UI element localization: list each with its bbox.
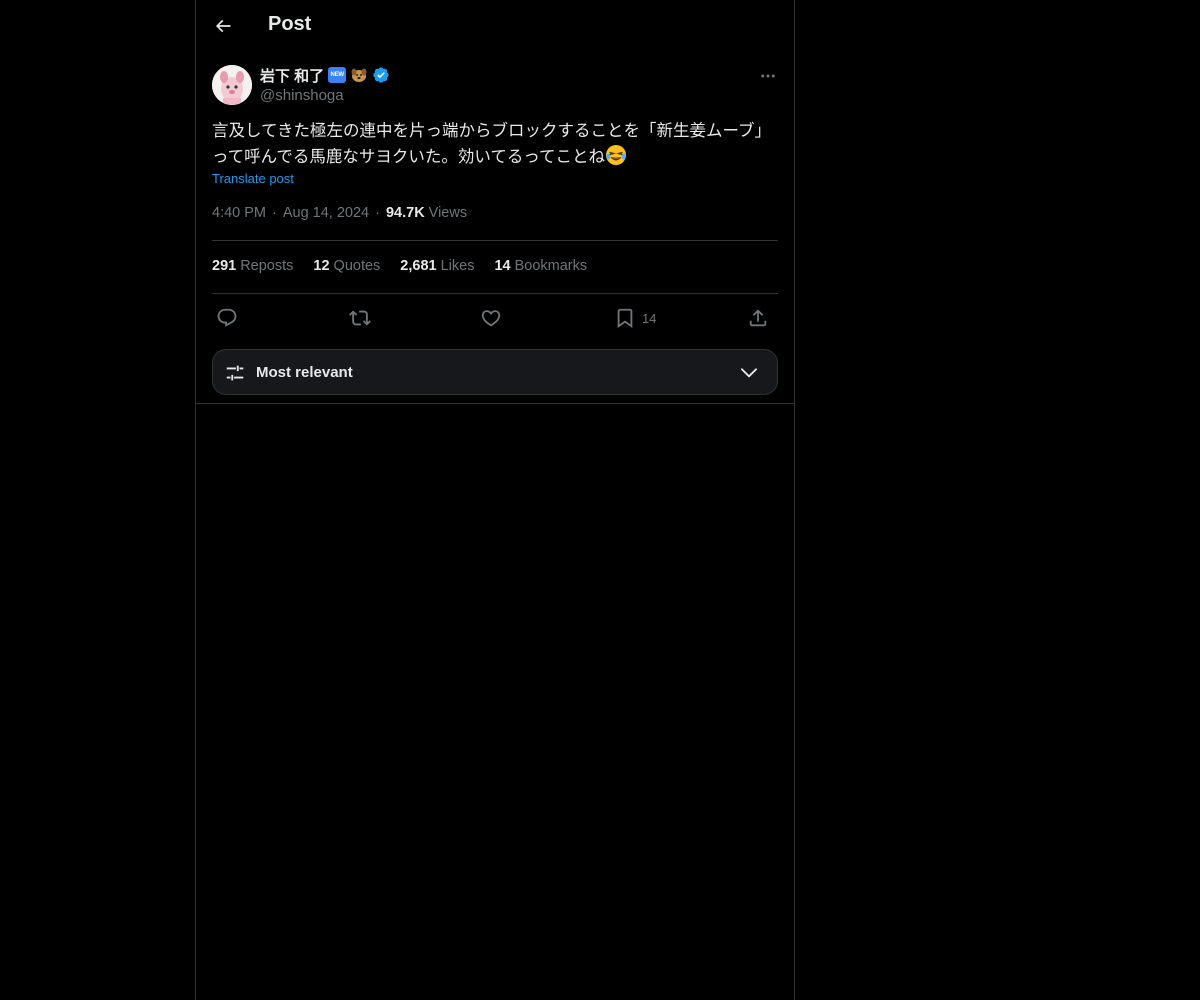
more-horizontal-icon <box>761 74 775 78</box>
post-stats: 291 Reposts 12 Quotes 2,681 Likes 14 Bookmar… <box>212 258 587 274</box>
display-name[interactable]: 岩下 和了 <box>260 65 324 86</box>
views-count: 94.7K <box>385 205 425 221</box>
repost-icon <box>349 310 371 326</box>
post-time[interactable]: 4:40 PM <box>212 205 266 221</box>
stat-label: Bookmarks <box>514 258 588 274</box>
author-handle[interactable]: @shinshoga <box>260 87 390 104</box>
stat-count: 2,681 <box>400 258 437 274</box>
bookmark-button[interactable]: 14 <box>614 304 656 332</box>
avatar[interactable] <box>212 65 252 105</box>
divider <box>196 403 794 404</box>
sort-label: Most relevant <box>256 364 353 381</box>
like-button[interactable] <box>480 304 502 332</box>
repost-button[interactable] <box>349 304 371 332</box>
page-title: Post <box>268 13 312 35</box>
divider <box>212 293 778 294</box>
stat-label: Likes <box>440 258 475 274</box>
main-column: Post 岩下 和了 NEW @shinshoga 言及してきた極左の連中を片っ… <box>195 0 795 1000</box>
author-info: 岩下 和了 NEW @shinshoga <box>260 65 390 104</box>
arrow-left-icon <box>215 19 231 33</box>
share-button[interactable] <box>747 304 769 332</box>
avatar-image <box>212 65 252 105</box>
chevron-down-icon <box>741 368 757 378</box>
bookmark-icon <box>617 308 633 329</box>
post-text: 言及してきた極左の連中を片っ端からブロックすることを「新生姜ムーブ」って呼んでる… <box>212 119 778 170</box>
more-options-button[interactable] <box>756 64 780 88</box>
share-icon <box>749 309 767 327</box>
stat-bookmarks[interactable]: 14 Bookmarks <box>494 258 587 274</box>
reply-sort-dropdown[interactable]: Most relevant <box>212 349 778 395</box>
stat-reposts[interactable]: 291 Reposts <box>212 258 293 274</box>
post-date[interactable]: Aug 14, 2024 <box>283 205 369 221</box>
meta-separator: · <box>375 205 380 221</box>
meta-separator: · <box>272 205 277 221</box>
post-header: Post <box>196 0 794 53</box>
sliders-icon <box>226 365 244 381</box>
stat-count: 14 <box>494 258 511 274</box>
stat-count: 291 <box>212 258 237 274</box>
stat-label: Quotes <box>333 258 381 274</box>
reply-icon <box>217 308 237 327</box>
action-bar: 14 <box>212 304 778 332</box>
bookmark-count: 14 <box>642 310 657 326</box>
post-text-body: 言及してきた極左の連中を片っ端からブロックすることを「新生姜ムーブ」って呼んでる… <box>212 122 772 166</box>
stat-quotes[interactable]: 12 Quotes <box>313 258 380 274</box>
translate-post-link[interactable]: Translate post <box>212 171 294 186</box>
post-meta: 4:40 PM · Aug 14, 2024 · 94.7K Views <box>212 205 467 221</box>
reply-button[interactable] <box>216 304 238 332</box>
divider <box>212 240 778 241</box>
back-button[interactable] <box>206 9 240 43</box>
heart-icon <box>481 310 501 327</box>
stat-likes[interactable]: 2,681 Likes <box>400 258 474 274</box>
stat-count: 12 <box>313 258 330 274</box>
dog-emoji-icon <box>351 68 367 82</box>
verified-badge-icon <box>373 67 389 83</box>
views-label: Views <box>428 205 468 221</box>
new-badge-icon: NEW <box>328 67 347 83</box>
laughing-tears-emoji-icon <box>606 145 627 165</box>
stat-label: Reposts <box>240 258 294 274</box>
